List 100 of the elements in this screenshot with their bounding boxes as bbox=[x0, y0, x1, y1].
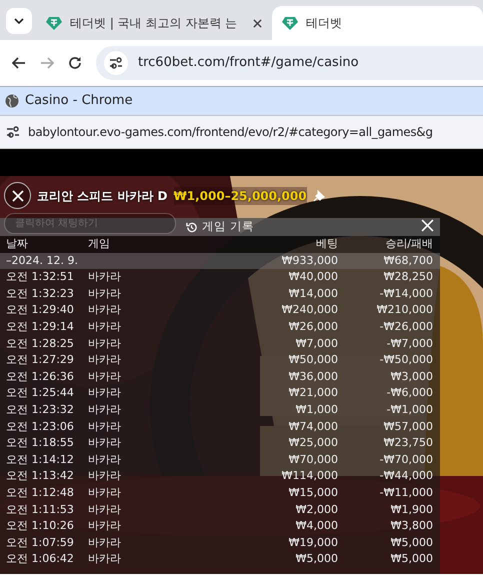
table-cell-text: -₩1,000 bbox=[386, 402, 433, 418]
table-cell-text: 바카라 bbox=[88, 468, 122, 484]
date-cell-text: –2024. 12. 9. bbox=[6, 252, 79, 269]
table-cell-text: 오전 1:25:44 bbox=[6, 385, 75, 402]
table-cell-text: ₩28,250 bbox=[382, 269, 433, 286]
site-info-icon[interactable] bbox=[6, 126, 20, 138]
table-cell-text: ₩3,800 bbox=[390, 518, 433, 534]
table-cell-text: 오전 1:12:48 bbox=[6, 484, 75, 501]
table-cell-text: 바카라 bbox=[88, 336, 122, 352]
table-cell-text: -₩14,000 bbox=[378, 286, 433, 302]
table-cell-text: -₩70,000 bbox=[378, 452, 433, 468]
table-cell-text: ₩25,000 bbox=[288, 435, 338, 452]
table-cell-text: ₩26,000 bbox=[288, 318, 338, 335]
table-cell-text: ₩50,000 bbox=[288, 352, 338, 368]
table-cell-text: ₩5,000 bbox=[390, 551, 433, 568]
reload-button[interactable] bbox=[68, 56, 82, 70]
table-cell-text: ₩57,000 bbox=[382, 418, 433, 435]
table-cell-text: 바카라 bbox=[88, 435, 122, 452]
table-cell-text: ₩74,000 bbox=[288, 418, 338, 435]
table-cell-text: -₩44,000 bbox=[378, 468, 433, 484]
table-cell-text: ₩114,000 bbox=[280, 468, 338, 484]
table-cell-text: 오전 1:27:29 bbox=[6, 352, 75, 368]
column-header: 날짜 bbox=[6, 236, 29, 252]
table-cell-text: 바카라 bbox=[88, 318, 122, 335]
table-cell-text: ₩21,000 bbox=[288, 385, 338, 402]
table-cell-text: 오전 1:11:53 bbox=[6, 502, 75, 518]
table-cell-text: 오전 1:28:25 bbox=[6, 336, 75, 352]
table-cell-text: 바카라 bbox=[88, 352, 122, 368]
logo-icon bbox=[46, 15, 62, 31]
table-cell-text: ₩68,700 bbox=[382, 252, 433, 269]
table-cell-text: 오전 1:10:26 bbox=[6, 518, 75, 534]
table-cell-text: 바카라 bbox=[88, 418, 122, 435]
logo-icon bbox=[282, 15, 298, 31]
table-cell-text: ₩210,000 bbox=[376, 302, 433, 318]
panel-title: 게임 기록 bbox=[202, 218, 254, 236]
table-cell-text: ₩933,000 bbox=[280, 252, 338, 269]
table-cell-text: 오전 1:26:36 bbox=[6, 368, 75, 385]
table-cell-text: ₩4,000 bbox=[294, 518, 338, 534]
window-title: Casino - Chrome bbox=[25, 92, 133, 110]
table-cell-text: ₩70,000 bbox=[288, 452, 338, 468]
table-cell-text: 오전 1:07:59 bbox=[6, 534, 75, 551]
table-cell-text: ₩7,000 bbox=[294, 336, 338, 352]
column-header: 승리/패배 bbox=[384, 236, 433, 252]
close-icon bbox=[12, 190, 24, 202]
table-cell-text: 오전 1:29:40 bbox=[6, 302, 75, 318]
table-cell-text: 오전 1:32:23 bbox=[6, 286, 75, 302]
table-cell-text: 바카라 bbox=[88, 534, 122, 551]
table-cell-text: -₩26,000 bbox=[378, 318, 433, 335]
table-cell-text: -₩7,000 bbox=[386, 336, 433, 352]
tab-search-button[interactable] bbox=[6, 8, 32, 34]
back-button[interactable] bbox=[12, 57, 26, 69]
column-header: 베팅 bbox=[315, 236, 338, 252]
table-cell-text: 바카라 bbox=[88, 502, 122, 518]
table-cell-text: 바카라 bbox=[88, 518, 122, 534]
table-cell-text: 바카라 bbox=[88, 484, 122, 501]
table-cell-text: ₩15,000 bbox=[288, 484, 338, 501]
table-name: 코리안 스피드 바카라 D bbox=[37, 188, 168, 204]
history-icon bbox=[186, 222, 198, 232]
site-info-icon[interactable] bbox=[104, 51, 128, 75]
table-cell-text: -₩50,000 bbox=[378, 352, 433, 368]
table-cell-text: 바카라 bbox=[88, 286, 122, 302]
globe-icon bbox=[5, 94, 19, 108]
close-icon bbox=[421, 219, 434, 232]
table-cell-text: 오전 1:13:42 bbox=[6, 468, 75, 484]
close-button[interactable] bbox=[4, 182, 31, 209]
table-cell-text: -₩6,000 bbox=[386, 385, 433, 402]
chevron-icon bbox=[14, 18, 24, 24]
table-cell-text: ₩23,750 bbox=[382, 435, 433, 452]
close-icon[interactable] bbox=[253, 18, 262, 28]
table-cell-text: 바카라 bbox=[88, 402, 122, 418]
table-cell-text: ₩19,000 bbox=[288, 534, 338, 551]
table-cell-text: ₩5,000 bbox=[294, 551, 338, 568]
table-cell-text: ₩3,000 bbox=[390, 368, 433, 385]
table-cell-text: ₩2,000 bbox=[294, 502, 338, 518]
popup-url: babylontour.evo-games.com/frontend/evo/r2/#category=all_games&g bbox=[28, 124, 433, 141]
column-header: 게임 bbox=[88, 236, 111, 252]
pin-icon[interactable] bbox=[312, 190, 325, 202]
table-cell-text: 오전 1:14:12 bbox=[6, 452, 75, 468]
table-cell-text: 오전 1:32:51 bbox=[6, 269, 75, 286]
table-cell-text: 바카라 bbox=[88, 551, 122, 568]
browser-tab[interactable]: 테더벳 | 국내 최고의 자본력 는 bbox=[36, 6, 272, 40]
table-cell-text: 오전 1:29:14 bbox=[6, 318, 75, 335]
table-cell-text: 오전 1:23:06 bbox=[6, 418, 75, 435]
table-cell-text: ₩36,000 bbox=[288, 368, 338, 385]
table-cell-text: ₩240,000 bbox=[280, 302, 338, 318]
table-cell-text: ₩40,000 bbox=[288, 269, 338, 286]
table-cell-text: ₩14,000 bbox=[288, 286, 338, 302]
browser-tab[interactable]: 테더벳 bbox=[272, 6, 483, 40]
table-cell-text: 오전 1:18:55 bbox=[6, 435, 75, 452]
table-cell-text: 바카라 bbox=[88, 385, 122, 402]
table-cell-text: 바카라 bbox=[88, 368, 122, 385]
table-cell-text: ₩5,000 bbox=[390, 534, 433, 551]
table-cell-text: -₩11,000 bbox=[378, 484, 433, 501]
table-cell-text: 바카라 bbox=[88, 302, 122, 318]
table-cell-text: 오전 1:06:42 bbox=[6, 551, 75, 568]
table-cell-text: ₩1,900 bbox=[390, 502, 433, 518]
table-cell-text: 바카라 bbox=[88, 452, 122, 468]
table-cell-text: 오전 1:23:32 bbox=[6, 402, 75, 418]
table-cell-text: ₩1,000 bbox=[294, 402, 338, 418]
table-cell-text: 바카라 bbox=[88, 269, 122, 286]
